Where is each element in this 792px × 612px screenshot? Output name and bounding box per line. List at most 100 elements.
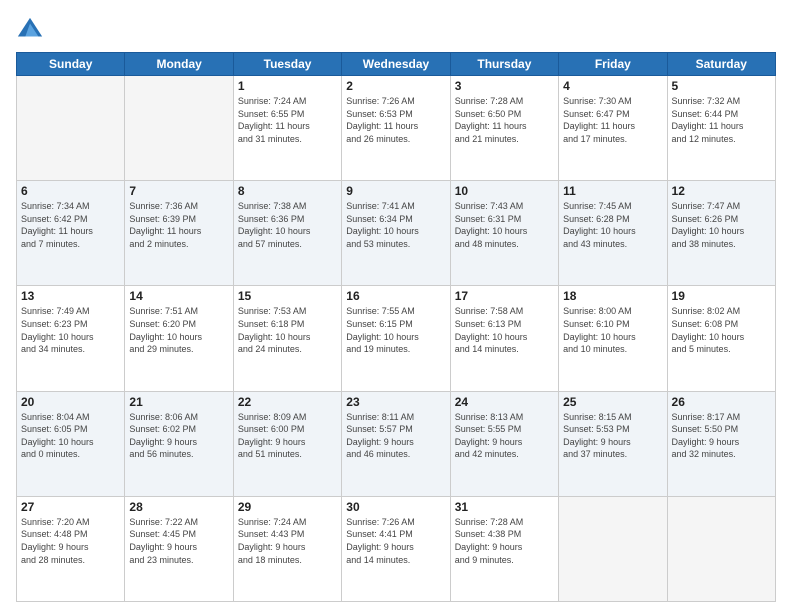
calendar-cell: 8Sunrise: 7:38 AM Sunset: 6:36 PM Daylig… <box>233 181 341 286</box>
day-number: 25 <box>563 395 662 409</box>
day-info: Sunrise: 8:06 AM Sunset: 6:02 PM Dayligh… <box>129 411 228 461</box>
day-number: 1 <box>238 79 337 93</box>
day-info: Sunrise: 7:30 AM Sunset: 6:47 PM Dayligh… <box>563 95 662 145</box>
header <box>16 16 776 44</box>
calendar-cell: 6 Sunrise: 7:34 AM Sunset: 6:42 PM Daylig… <box>17 181 125 286</box>
day-number: 10 <box>455 184 554 198</box>
day-info: Sunrise: 7:34 AM Sunset: 6:42 PM Dayligh… <box>21 200 120 250</box>
calendar-cell: 16 Sunrise: 7:55 AM Sunset: 6:15 PM Dayli… <box>342 286 450 391</box>
logo-icon <box>16 16 44 44</box>
day-number: 2 <box>346 79 445 93</box>
calendar-cell: 26 Sunrise: 8:17 AM Sunset: 5:50 PM Dayli… <box>667 391 775 496</box>
day-info: Sunrise: 7:45 AM Sunset: 6:28 PM Dayligh… <box>563 200 662 250</box>
day-number: 8 <box>238 184 337 198</box>
calendar-cell: 23Sunrise: 8:11 AM Sunset: 5:57 PM Dayli… <box>342 391 450 496</box>
day-info: Sunrise: 8:13 AM Sunset: 5:55 PM Dayligh… <box>455 411 554 461</box>
calendar-cell: 12 Sunrise: 7:47 AM Sunset: 6:26 PM Dayli… <box>667 181 775 286</box>
calendar-cell: 17Sunrise: 7:58 AM Sunset: 6:13 PM Dayli… <box>450 286 558 391</box>
calendar-cell: 1 Sunrise: 7:24 AM Sunset: 6:55 PM Daylig… <box>233 76 341 181</box>
day-info: Sunrise: 7:55 AM Sunset: 6:15 PM Dayligh… <box>346 305 445 355</box>
calendar-cell: 18 Sunrise: 8:00 AM Sunset: 6:10 PM Dayli… <box>559 286 667 391</box>
calendar-cell: 13 Sunrise: 7:49 AM Sunset: 6:23 PM Dayli… <box>17 286 125 391</box>
calendar-cell: 30 Sunrise: 7:26 AM Sunset: 4:41 PM Dayli… <box>342 496 450 601</box>
day-info: Sunrise: 7:24 AM Sunset: 6:55 PM Dayligh… <box>238 95 337 145</box>
calendar-cell: 24 Sunrise: 8:13 AM Sunset: 5:55 PM Dayli… <box>450 391 558 496</box>
calendar: SundayMondayTuesdayWednesdayThursdayFrid… <box>16 52 776 602</box>
calendar-cell: 15 Sunrise: 7:53 AM Sunset: 6:18 PM Dayli… <box>233 286 341 391</box>
day-number: 29 <box>238 500 337 514</box>
calendar-cell: 7Sunrise: 7:36 AM Sunset: 6:39 PM Daylig… <box>125 181 233 286</box>
day-number: 15 <box>238 289 337 303</box>
week-row-2: 6 Sunrise: 7:34 AM Sunset: 6:42 PM Daylig… <box>17 181 776 286</box>
page: SundayMondayTuesdayWednesdayThursdayFrid… <box>0 0 792 612</box>
calendar-cell: 21 Sunrise: 8:06 AM Sunset: 6:02 PM Dayli… <box>125 391 233 496</box>
day-info: Sunrise: 8:15 AM Sunset: 5:53 PM Dayligh… <box>563 411 662 461</box>
day-number: 6 <box>21 184 120 198</box>
day-number: 21 <box>129 395 228 409</box>
day-number: 31 <box>455 500 554 514</box>
day-info: Sunrise: 7:32 AM Sunset: 6:44 PM Dayligh… <box>672 95 771 145</box>
day-info: Sunrise: 7:41 AM Sunset: 6:34 PM Dayligh… <box>346 200 445 250</box>
day-info: Sunrise: 7:53 AM Sunset: 6:18 PM Dayligh… <box>238 305 337 355</box>
calendar-cell: 29 Sunrise: 7:24 AM Sunset: 4:43 PM Dayli… <box>233 496 341 601</box>
day-header-monday: Monday <box>125 53 233 76</box>
day-number: 11 <box>563 184 662 198</box>
day-number: 26 <box>672 395 771 409</box>
day-info: Sunrise: 7:24 AM Sunset: 4:43 PM Dayligh… <box>238 516 337 566</box>
day-info: Sunrise: 8:02 AM Sunset: 6:08 PM Dayligh… <box>672 305 771 355</box>
day-number: 4 <box>563 79 662 93</box>
day-info: Sunrise: 7:22 AM Sunset: 4:45 PM Dayligh… <box>129 516 228 566</box>
day-number: 27 <box>21 500 120 514</box>
day-number: 13 <box>21 289 120 303</box>
day-number: 24 <box>455 395 554 409</box>
day-header-tuesday: Tuesday <box>233 53 341 76</box>
day-header-friday: Friday <box>559 53 667 76</box>
day-number: 28 <box>129 500 228 514</box>
day-header-wednesday: Wednesday <box>342 53 450 76</box>
day-number: 9 <box>346 184 445 198</box>
day-info: Sunrise: 7:20 AM Sunset: 4:48 PM Dayligh… <box>21 516 120 566</box>
day-info: Sunrise: 7:43 AM Sunset: 6:31 PM Dayligh… <box>455 200 554 250</box>
calendar-cell: 5 Sunrise: 7:32 AM Sunset: 6:44 PM Daylig… <box>667 76 775 181</box>
day-number: 12 <box>672 184 771 198</box>
calendar-cell <box>559 496 667 601</box>
logo <box>16 16 48 44</box>
calendar-cell <box>125 76 233 181</box>
day-info: Sunrise: 8:17 AM Sunset: 5:50 PM Dayligh… <box>672 411 771 461</box>
day-info: Sunrise: 8:00 AM Sunset: 6:10 PM Dayligh… <box>563 305 662 355</box>
day-info: Sunrise: 7:51 AM Sunset: 6:20 PM Dayligh… <box>129 305 228 355</box>
calendar-cell: 11 Sunrise: 7:45 AM Sunset: 6:28 PM Dayli… <box>559 181 667 286</box>
day-number: 17 <box>455 289 554 303</box>
week-row-5: 27 Sunrise: 7:20 AM Sunset: 4:48 PM Dayli… <box>17 496 776 601</box>
day-header-thursday: Thursday <box>450 53 558 76</box>
calendar-cell: 19 Sunrise: 8:02 AM Sunset: 6:08 PM Dayli… <box>667 286 775 391</box>
day-number: 30 <box>346 500 445 514</box>
days-header-row: SundayMondayTuesdayWednesdayThursdayFrid… <box>17 53 776 76</box>
calendar-cell <box>17 76 125 181</box>
day-number: 5 <box>672 79 771 93</box>
day-info: Sunrise: 8:09 AM Sunset: 6:00 PM Dayligh… <box>238 411 337 461</box>
week-row-1: 1 Sunrise: 7:24 AM Sunset: 6:55 PM Daylig… <box>17 76 776 181</box>
day-number: 22 <box>238 395 337 409</box>
day-number: 18 <box>563 289 662 303</box>
week-row-3: 13 Sunrise: 7:49 AM Sunset: 6:23 PM Dayli… <box>17 286 776 391</box>
day-info: Sunrise: 7:49 AM Sunset: 6:23 PM Dayligh… <box>21 305 120 355</box>
day-info: Sunrise: 7:26 AM Sunset: 4:41 PM Dayligh… <box>346 516 445 566</box>
day-info: Sunrise: 7:28 AM Sunset: 4:38 PM Dayligh… <box>455 516 554 566</box>
day-info: Sunrise: 7:47 AM Sunset: 6:26 PM Dayligh… <box>672 200 771 250</box>
calendar-cell: 25 Sunrise: 8:15 AM Sunset: 5:53 PM Dayli… <box>559 391 667 496</box>
calendar-cell: 2Sunrise: 7:26 AM Sunset: 6:53 PM Daylig… <box>342 76 450 181</box>
day-number: 3 <box>455 79 554 93</box>
calendar-cell: 14 Sunrise: 7:51 AM Sunset: 6:20 PM Dayli… <box>125 286 233 391</box>
day-header-sunday: Sunday <box>17 53 125 76</box>
day-info: Sunrise: 7:36 AM Sunset: 6:39 PM Dayligh… <box>129 200 228 250</box>
calendar-cell: 27 Sunrise: 7:20 AM Sunset: 4:48 PM Dayli… <box>17 496 125 601</box>
day-number: 19 <box>672 289 771 303</box>
day-number: 23 <box>346 395 445 409</box>
day-number: 16 <box>346 289 445 303</box>
day-info: Sunrise: 8:04 AM Sunset: 6:05 PM Dayligh… <box>21 411 120 461</box>
calendar-cell <box>667 496 775 601</box>
calendar-cell: 4 Sunrise: 7:30 AM Sunset: 6:47 PM Daylig… <box>559 76 667 181</box>
day-number: 14 <box>129 289 228 303</box>
calendar-cell: 31 Sunrise: 7:28 AM Sunset: 4:38 PM Dayli… <box>450 496 558 601</box>
